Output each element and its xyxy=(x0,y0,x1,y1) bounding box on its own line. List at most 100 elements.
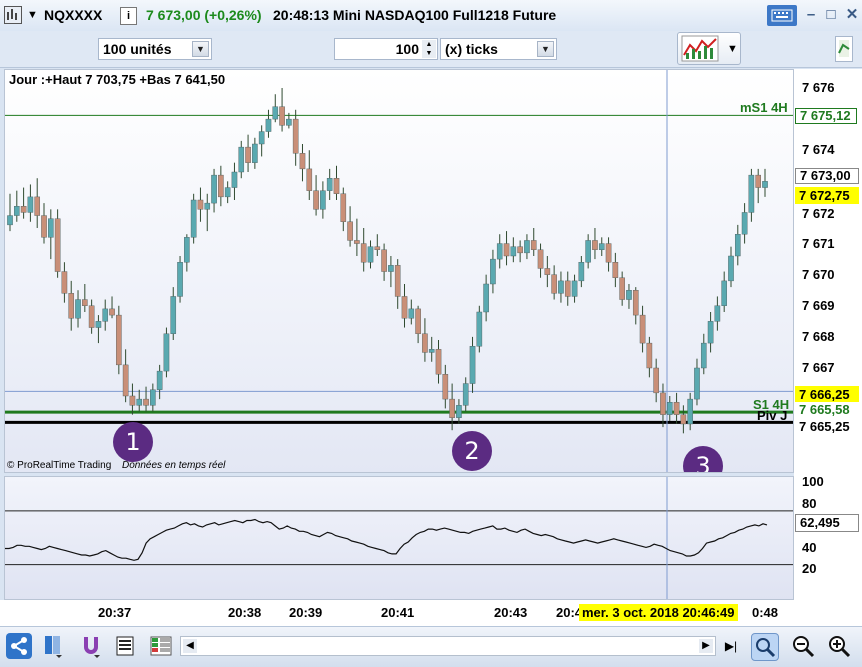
candle-body xyxy=(585,240,591,263)
period-value: 100 xyxy=(395,41,419,57)
magnet-icon[interactable] xyxy=(78,633,104,659)
maximize-button[interactable]: □ xyxy=(820,6,842,24)
indicator-chart[interactable] xyxy=(5,477,793,599)
candle-body xyxy=(218,174,224,198)
candle-body xyxy=(564,280,571,297)
candle-body xyxy=(102,308,109,322)
crosshair-time-tag: mer. 3 oct. 2018 20:46:49 xyxy=(579,604,738,621)
chevron-down-icon[interactable]: ▼ xyxy=(192,41,209,57)
candle-body xyxy=(524,240,530,254)
candle-body xyxy=(340,193,347,222)
chevron-down-icon[interactable]: ▼ xyxy=(537,41,554,57)
realtime-note: Données en temps réel xyxy=(122,460,226,471)
stepper-down-icon[interactable]: ▼ xyxy=(422,49,436,58)
indicator-tick: 40 xyxy=(802,540,817,555)
indicator-button[interactable] xyxy=(835,36,853,62)
copyright-text: © ProRealTime Trading xyxy=(7,460,112,471)
candle-body xyxy=(224,187,231,198)
candle-body xyxy=(666,402,673,415)
candle-body xyxy=(333,178,340,194)
candle-body xyxy=(347,221,353,241)
watchlist-table-icon[interactable] xyxy=(148,633,174,659)
zoom-auto-icon[interactable] xyxy=(751,633,779,661)
candlestick-chart[interactable] xyxy=(5,70,793,472)
candle-body xyxy=(415,308,421,334)
bottom-toolbar: ◀ ▶ ▶| xyxy=(0,626,862,667)
order-book-icon[interactable] xyxy=(113,633,139,659)
candle-body xyxy=(401,296,408,319)
price-tick: 7 674 xyxy=(802,142,835,157)
candle-body xyxy=(721,280,727,306)
panel-layout-icon[interactable] xyxy=(40,633,66,659)
candle-body xyxy=(360,243,367,263)
candle-body xyxy=(748,174,755,213)
candle-body xyxy=(190,199,197,238)
candle-body xyxy=(7,215,13,226)
candle-body xyxy=(435,349,442,375)
candle-body xyxy=(503,243,510,257)
info-icon[interactable]: i xyxy=(120,7,137,25)
candle-body xyxy=(394,265,401,297)
symbol-name[interactable]: NQXXXX xyxy=(44,7,102,23)
keyboard-icon[interactable] xyxy=(767,5,797,26)
zoom-in-icon[interactable] xyxy=(826,633,852,659)
time-axis[interactable]: 20:37 20:38 20:39 20:41 20:43 20:4 0:48 … xyxy=(0,600,862,626)
candle-body xyxy=(646,342,653,369)
candle-body xyxy=(326,178,333,191)
candle-body xyxy=(442,374,449,400)
price-tick: 7 670 xyxy=(802,267,835,282)
quantity-select[interactable]: 100 unités ▼ xyxy=(98,38,212,60)
candle-body xyxy=(490,258,496,285)
time-tick: 20:39 xyxy=(289,605,323,620)
candle-body xyxy=(687,398,693,425)
indicator-panel[interactable] xyxy=(4,476,794,600)
candle-body xyxy=(755,174,761,188)
scroll-right-icon[interactable]: ▶ xyxy=(699,639,713,653)
title-bar: ▼ NQXXXX i 7 673,00 (+0,26%) 20:48:13 Mi… xyxy=(0,0,862,32)
candle-body xyxy=(34,196,41,216)
candle-body xyxy=(299,153,306,170)
candle-body xyxy=(626,290,632,300)
candle-body xyxy=(592,240,598,250)
candle-body xyxy=(41,215,47,238)
price-axis[interactable]: 7 676 7 674 7 672 7 671 7 670 7 669 7 66… xyxy=(794,69,862,600)
candle-body xyxy=(728,255,734,282)
price-tick: 7 676 xyxy=(802,80,835,95)
candle-body xyxy=(449,398,455,418)
candle-body xyxy=(48,218,54,238)
candle-body xyxy=(143,398,149,406)
scroll-to-end-icon[interactable]: ▶| xyxy=(723,636,739,656)
close-button[interactable]: ✕ xyxy=(841,6,862,24)
candle-body xyxy=(320,190,326,210)
candle-body xyxy=(109,308,115,316)
symbol-dropdown-arrow[interactable]: ▼ xyxy=(27,9,38,21)
instrument-description: 20:48:13 Mini NASDAQ100 Full1218 Future xyxy=(273,7,557,23)
chart-style-button[interactable]: ▼ xyxy=(677,32,741,65)
candle-body xyxy=(61,271,68,294)
candle-body xyxy=(252,143,258,163)
zoom-out-icon[interactable] xyxy=(790,633,816,659)
chevron-down-icon[interactable]: ▼ xyxy=(727,43,738,55)
period-unit-select[interactable]: (x) ticks ▼ xyxy=(440,38,557,60)
candle-body xyxy=(95,321,102,328)
time-tick: 20:41 xyxy=(381,605,415,620)
candle-body xyxy=(129,395,136,406)
scroll-left-icon[interactable]: ◀ xyxy=(183,639,197,653)
candle-body xyxy=(734,234,741,257)
stepper-up-icon[interactable]: ▲ xyxy=(422,40,436,49)
candle-body xyxy=(116,314,122,366)
candle-body xyxy=(598,243,605,250)
minimize-button[interactable]: – xyxy=(800,6,822,24)
candle-body xyxy=(571,280,578,297)
horizontal-scrollbar[interactable]: ◀ ▶ xyxy=(180,636,716,656)
period-stepper[interactable]: 100 ▲ ▼ xyxy=(334,38,438,60)
candle-body xyxy=(510,246,517,257)
price-chart-panel[interactable]: Jour :+Haut 7 703,75 +Bas 7 641,50 mS1 4… xyxy=(4,69,794,473)
candle-body xyxy=(265,118,272,132)
share-icon[interactable] xyxy=(6,633,32,659)
candle-body xyxy=(177,262,183,297)
candle-body xyxy=(694,367,700,400)
price-tick: 7 669 xyxy=(802,298,835,313)
candle-body xyxy=(517,246,523,254)
candle-body xyxy=(456,405,462,418)
